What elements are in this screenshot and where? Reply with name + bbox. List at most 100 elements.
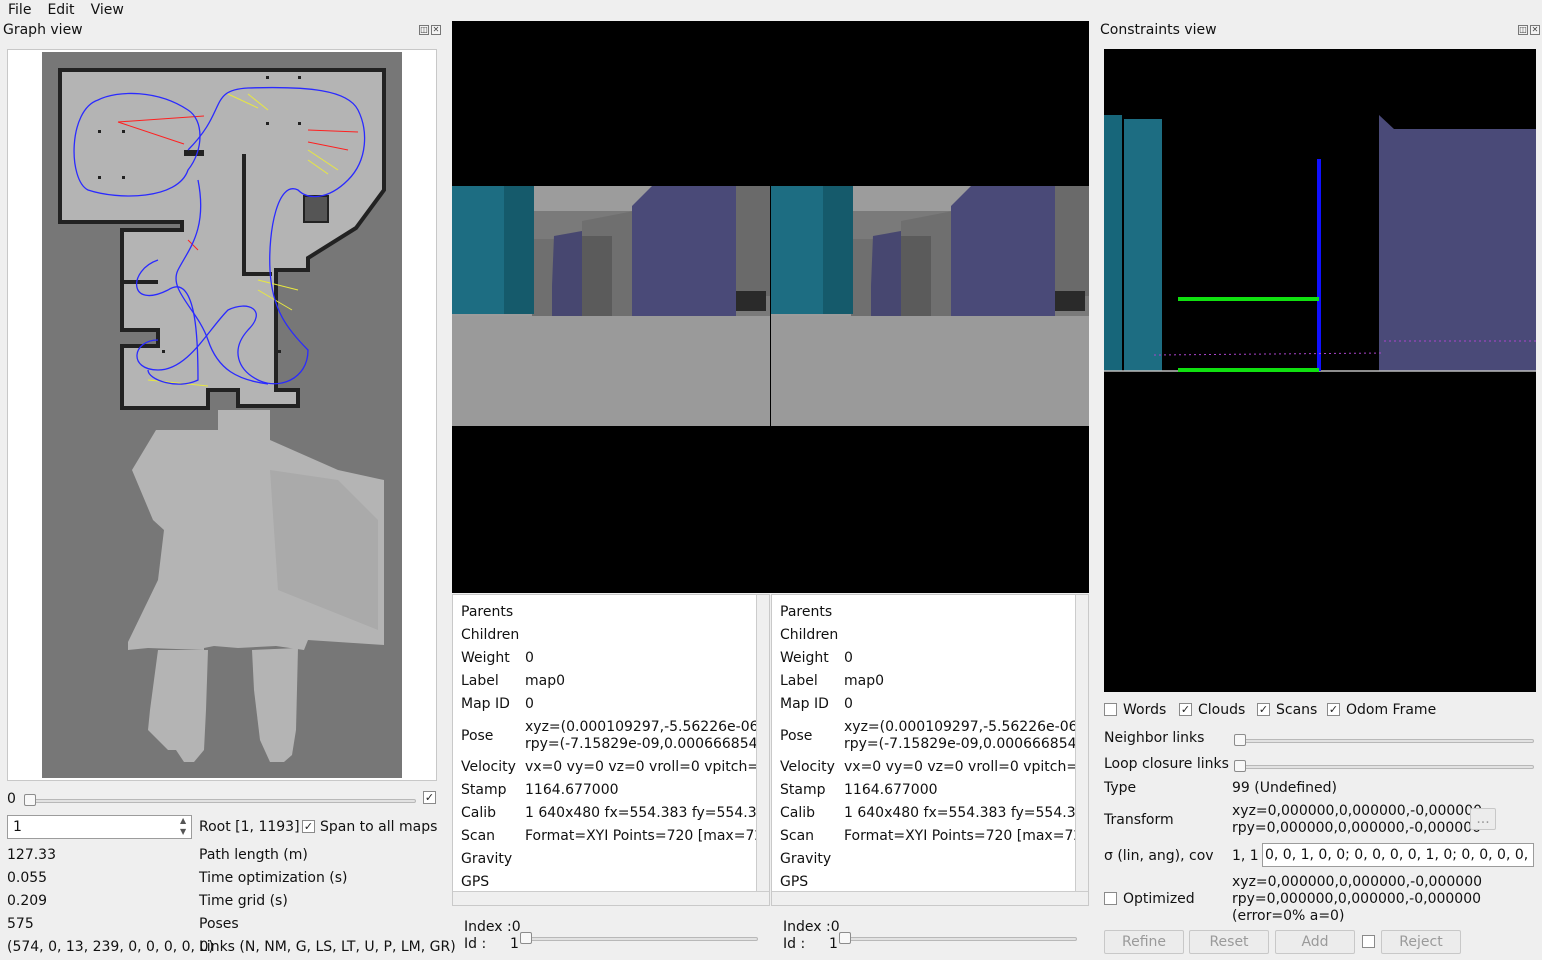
info-right-vscrollbar[interactable] — [1075, 595, 1088, 891]
stat-label-path-length: Path length (m) — [199, 847, 308, 863]
clouds-checkbox[interactable]: ✓ — [1179, 703, 1192, 716]
close-icon[interactable]: ✕ — [431, 25, 441, 35]
info-key-gps: GPS — [780, 874, 809, 890]
neighbor-links-slider-handle[interactable] — [1234, 734, 1246, 746]
loop-closure-links-label: Loop closure links — [1104, 756, 1229, 772]
graph-slider-checkbox[interactable]: ✓ — [423, 791, 436, 804]
node-info-right[interactable]: Parents Children Weight 0 Label map0 Map… — [771, 594, 1089, 906]
constraints-3d-view[interactable] — [1104, 49, 1536, 692]
graph-view-canvas[interactable] — [7, 49, 437, 781]
root-label: Root [1, 1193] — [199, 819, 300, 835]
menu-edit[interactable]: Edit — [39, 0, 82, 20]
optimized-error: (error=0% a=0) — [1232, 908, 1345, 924]
info-key-children: Children — [461, 627, 520, 643]
info-val-stamp: 1164.677000 — [525, 782, 619, 798]
reset-button[interactable]: Reset — [1189, 930, 1269, 954]
neighbor-links-slider-track[interactable] — [1234, 739, 1534, 743]
clouds-label: Clouds — [1198, 702, 1246, 718]
graph-slider-track[interactable] — [24, 799, 416, 803]
type-value: 99 (Undefined) — [1232, 780, 1337, 796]
refine-button[interactable]: Refine — [1104, 930, 1184, 954]
info-key-parents: Parents — [780, 604, 833, 620]
spin-down-icon[interactable]: ▼ — [180, 827, 186, 836]
info-left-vscrollbar[interactable] — [756, 595, 769, 891]
camera-images — [452, 186, 1089, 426]
image-view-area[interactable] — [452, 21, 1089, 593]
stat-label-time-optimization: Time optimization (s) — [199, 870, 348, 886]
index-label-left: Index :0 — [464, 919, 521, 935]
id-slider-right-handle[interactable] — [839, 932, 851, 944]
sigma-label: σ (lin, ang), cov — [1104, 848, 1214, 864]
neighbor-links-label: Neighbor links — [1104, 730, 1205, 746]
id-value-right: 1 — [829, 936, 838, 952]
loop-closure-slider-track[interactable] — [1234, 765, 1534, 769]
scans-checkbox[interactable]: ✓ — [1257, 703, 1270, 716]
loop-closure-slider-handle[interactable] — [1234, 760, 1246, 772]
graph-slider-value: 0 — [7, 791, 16, 807]
menu-view[interactable]: View — [83, 0, 132, 20]
float-icon[interactable]: ◫ — [419, 25, 429, 35]
words-label: Words — [1123, 702, 1167, 718]
spin-up-icon[interactable]: ▲ — [180, 816, 186, 825]
info-right-hscrollbar[interactable] — [772, 891, 1088, 905]
camera-image-right — [771, 186, 1089, 426]
info-key-velocity: Velocity — [461, 759, 516, 775]
info-key-weight: Weight — [780, 650, 829, 666]
info-val-pose-rpy: rpy=(-7.15829e-09,0.000666854,3 — [844, 736, 1089, 752]
constraints-view-title: Constraints view — [1100, 22, 1217, 38]
info-key-label: Label — [461, 673, 499, 689]
info-key-pose: Pose — [461, 728, 494, 744]
menu-file[interactable]: File — [0, 0, 39, 20]
info-key-children: Children — [780, 627, 839, 643]
info-left-hscrollbar[interactable] — [453, 891, 769, 905]
info-key-map-id: Map ID — [780, 696, 829, 712]
info-val-pose-rpy: rpy=(-7.15829e-09,0.000666854,3. — [525, 736, 770, 752]
words-checkbox[interactable] — [1104, 703, 1117, 716]
covariance-value[interactable]: 0, 0, 1, 0, 0; 0, 0, 0, 0, 1, 0; 0, 0, 0… — [1265, 847, 1533, 863]
close-icon[interactable]: ✕ — [1530, 25, 1540, 35]
info-val-label: map0 — [844, 673, 885, 689]
info-val-velocity: vx=0 vy=0 vz=0 vroll=0 vpitch=0 vy — [844, 759, 1089, 775]
stat-label-poses: Poses — [199, 916, 239, 932]
stat-label-links: Links (N, NM, G, LS, LT, U, P, LM, GR) — [199, 939, 456, 955]
info-key-map-id: Map ID — [461, 696, 510, 712]
reject-button[interactable]: Reject — [1381, 930, 1461, 954]
type-label: Type — [1104, 780, 1137, 796]
info-val-map-id: 0 — [844, 696, 853, 712]
reject-checkbox[interactable] — [1362, 935, 1375, 948]
transform-rpy: rpy=0,000000,0,000000,-0,000000 — [1232, 820, 1482, 836]
stat-label-time-grid: Time grid (s) — [199, 893, 288, 909]
root-input-value[interactable]: 1 — [13, 819, 22, 835]
sigma-value: 1, 1 — [1232, 848, 1259, 864]
info-val-calib: 1 640x480 fx=554.383 fy=554.383 — [844, 805, 1089, 821]
constraints-view-dock-buttons: ◫ ✕ — [1518, 25, 1540, 35]
node-info-left[interactable]: Parents Children Weight 0 Label map0 Map… — [452, 594, 770, 906]
graph-view-title: Graph view — [3, 22, 83, 38]
float-icon[interactable]: ◫ — [1518, 25, 1528, 35]
odom-frame-checkbox[interactable]: ✓ — [1327, 703, 1340, 716]
info-val-map-id: 0 — [525, 696, 534, 712]
info-key-stamp: Stamp — [780, 782, 826, 798]
info-val-velocity: vx=0 vy=0 vz=0 vroll=0 vpitch=0 vy — [525, 759, 770, 775]
optimized-checkbox[interactable] — [1104, 892, 1117, 905]
add-button[interactable]: Add — [1275, 930, 1355, 954]
id-slider-right-track[interactable] — [839, 937, 1077, 941]
info-key-gravity: Gravity — [780, 851, 832, 867]
covariance-field[interactable]: 0, 0, 1, 0, 0; 0, 0, 0, 0, 1, 0; 0, 0, 0… — [1262, 843, 1534, 867]
graph-slider-handle[interactable] — [24, 794, 36, 806]
id-slider-left-handle[interactable] — [520, 932, 532, 944]
interior-block — [184, 150, 204, 156]
root-spinbox[interactable]: 1 ▲ ▼ — [7, 815, 192, 839]
info-val-label: map0 — [525, 673, 566, 689]
info-key-gps: GPS — [461, 874, 490, 890]
info-key-stamp: Stamp — [461, 782, 507, 798]
info-val-pose-xyz: xyz=(0.000109297,-5.56226e-06,0. — [525, 719, 770, 735]
menu-bar: File Edit View — [0, 0, 1542, 20]
info-key-gravity: Gravity — [461, 851, 513, 867]
transform-edit-button[interactable]: ... — [1470, 808, 1496, 830]
info-val-scan: Format=XYI Points=720 [max=720 — [525, 828, 770, 844]
optimized-label: Optimized — [1123, 891, 1195, 907]
span-checkbox[interactable]: ✓ — [302, 820, 315, 833]
id-label-right: Id : — [783, 936, 806, 952]
id-slider-left-track[interactable] — [520, 937, 758, 941]
